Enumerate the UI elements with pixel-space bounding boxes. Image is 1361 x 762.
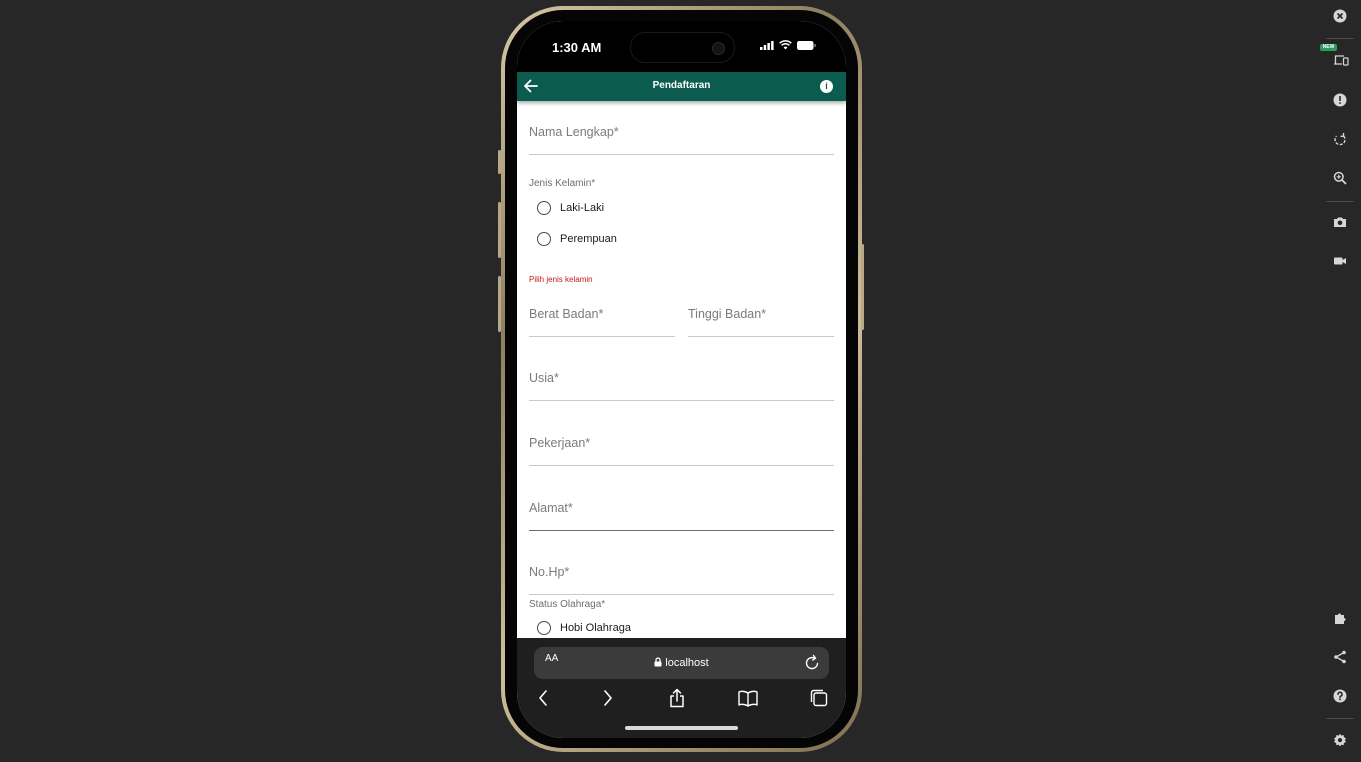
device-toggle-icon[interactable] — [1333, 53, 1349, 67]
berat-badan-placeholder: Berat Badan* — [529, 307, 604, 321]
pekerjaan-field[interactable]: Pekerjaan* — [529, 421, 834, 466]
phone-silent-switch — [498, 150, 501, 174]
signal-icon — [760, 40, 774, 50]
share-icon — [670, 688, 684, 708]
nama-lengkap-field[interactable]: Nama Lengkap* — [529, 110, 834, 155]
jenis-kelamin-label: Jenis Kelamin* — [529, 178, 596, 189]
pekerjaan-placeholder: Pekerjaan* — [529, 436, 591, 450]
radio-laki-laki[interactable]: Laki-Laki — [537, 201, 604, 215]
berat-badan-field[interactable]: Berat Badan* — [529, 292, 675, 337]
no-hp-field[interactable]: No.Hp* — [529, 550, 834, 595]
tabs-button[interactable] — [809, 688, 829, 713]
alamat-placeholder: Alamat* — [529, 501, 573, 515]
radio-button[interactable] — [537, 201, 551, 215]
new-badge: NEW — [1320, 44, 1337, 51]
home-indicator[interactable] — [625, 726, 738, 730]
browser-toolbar: AA localhost — [517, 638, 846, 738]
browser-nav-bar — [517, 688, 846, 716]
dynamic-island — [630, 32, 735, 63]
tinggi-badan-placeholder: Tinggi Badan* — [688, 307, 767, 321]
close-icon[interactable] — [1333, 9, 1347, 23]
address-bar[interactable]: AA localhost — [534, 647, 829, 679]
no-hp-placeholder: No.Hp* — [529, 565, 570, 579]
video-record-icon[interactable] — [1333, 254, 1347, 268]
jenis-kelamin-error: Pilih jenis kelamin — [529, 275, 593, 284]
page-title: Pendaftaran — [652, 80, 711, 91]
camera-screenshot-icon[interactable] — [1333, 215, 1347, 229]
chevron-right-icon — [604, 690, 612, 706]
phone-volume-down — [498, 276, 501, 332]
reload-icon[interactable] — [804, 654, 820, 671]
separator — [1326, 201, 1354, 202]
info-icon[interactable]: i — [820, 80, 833, 93]
status-time: 1:30 AM — [552, 40, 602, 55]
tabs-icon — [810, 689, 828, 707]
usia-placeholder: Usia* — [529, 371, 559, 385]
forward-nav-button[interactable] — [602, 688, 614, 713]
camera-icon — [712, 42, 725, 55]
chevron-left-icon — [539, 690, 547, 706]
phone-power-button — [861, 244, 864, 330]
url-text: localhost — [665, 657, 709, 669]
nama-lengkap-placeholder: Nama Lengkap* — [529, 125, 619, 139]
alamat-field[interactable]: Alamat* — [529, 486, 834, 531]
url-host: localhost — [534, 657, 829, 669]
gear-icon[interactable] — [1333, 733, 1347, 747]
radio-button[interactable] — [537, 621, 551, 635]
alert-icon[interactable] — [1333, 93, 1347, 107]
radio-label: Hobi Olahraga — [560, 622, 631, 634]
radio-perempuan[interactable]: Perempuan — [537, 232, 617, 246]
app-bar: Pendaftaran i — [517, 72, 846, 101]
extension-puzzle-icon[interactable] — [1333, 611, 1347, 625]
wifi-icon — [779, 40, 792, 50]
radio-label: Perempuan — [560, 233, 617, 245]
separator — [1326, 38, 1354, 39]
phone-volume-up — [498, 202, 501, 258]
radio-hobi-olahraga[interactable]: Hobi Olahraga — [537, 621, 631, 635]
back-nav-button[interactable] — [537, 688, 549, 713]
rotate-icon[interactable] — [1333, 132, 1347, 146]
lock-icon — [654, 657, 662, 667]
status-icons — [760, 40, 816, 50]
status-bar: 1:30 AM — [517, 21, 846, 72]
battery-icon — [797, 40, 816, 50]
book-icon — [738, 690, 758, 707]
separator — [1326, 718, 1354, 719]
phone-screen: 1:30 AM Pendaftaran i Nama Lengkap* Jeni… — [517, 21, 846, 738]
bookmarks-button[interactable] — [737, 688, 759, 713]
radio-label: Laki-Laki — [560, 202, 605, 214]
tinggi-badan-field[interactable]: Tinggi Badan* — [688, 292, 834, 337]
help-icon[interactable] — [1333, 689, 1347, 703]
usia-field[interactable]: Usia* — [529, 356, 834, 401]
share-button[interactable] — [668, 688, 686, 713]
status-olahraga-label: Status Olahraga* — [529, 599, 606, 610]
share-nodes-icon[interactable] — [1333, 650, 1347, 664]
radio-button[interactable] — [537, 232, 551, 246]
zoom-in-icon[interactable] — [1333, 171, 1347, 185]
